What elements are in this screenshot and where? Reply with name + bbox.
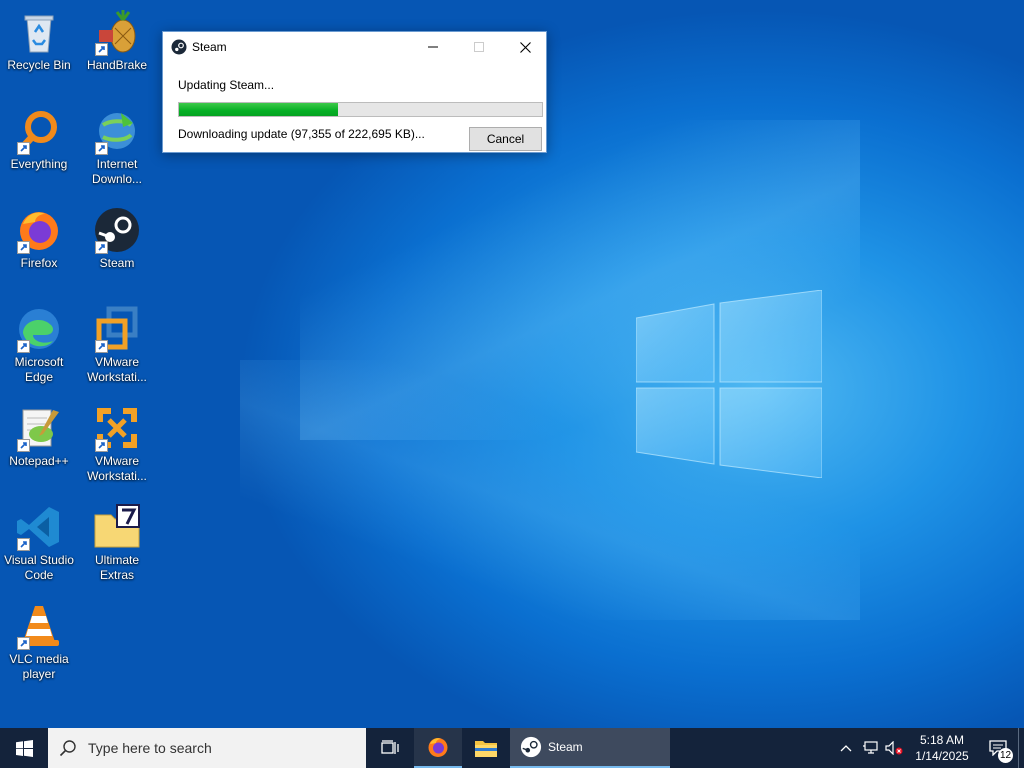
maximize-icon bbox=[474, 42, 484, 52]
show-desktop-button[interactable] bbox=[1018, 728, 1024, 768]
desktop-icon-notepad-plus-plus[interactable]: Notepad++ bbox=[0, 404, 78, 469]
desktop-icon-label: VMware Workstati... bbox=[87, 355, 147, 384]
shortcut-arrow-icon bbox=[17, 142, 30, 155]
taskbar-steam-button[interactable]: Steam bbox=[510, 728, 670, 768]
show-hidden-icons-button[interactable] bbox=[834, 728, 858, 768]
desktop-icon-label: VMware Workstati... bbox=[87, 454, 147, 483]
notepad-plus-plus-icon bbox=[15, 404, 63, 452]
desktop-icon-label: Recycle Bin bbox=[7, 58, 71, 72]
system-tray: 5:18 AM 1/14/2025 12 bbox=[834, 728, 1024, 768]
taskbar-firefox-button[interactable] bbox=[414, 728, 462, 768]
desktop-icon-label: VLC media player bbox=[9, 652, 69, 681]
taskbar: Type here to search Steam 5:18 AM 1/14/2… bbox=[0, 728, 1024, 768]
maximize-button bbox=[456, 32, 502, 62]
vscode-icon bbox=[15, 503, 63, 551]
steam-icon bbox=[171, 39, 187, 55]
internet-download-manager-icon bbox=[93, 107, 141, 155]
taskbar-file-explorer-button[interactable] bbox=[462, 728, 510, 768]
desktop-icon-label: Steam bbox=[99, 256, 135, 270]
minimize-button[interactable] bbox=[410, 32, 456, 62]
steam-icon bbox=[93, 206, 141, 254]
search-placeholder: Type here to search bbox=[88, 740, 212, 756]
volume-button[interactable] bbox=[882, 728, 906, 768]
shortcut-arrow-icon bbox=[17, 241, 30, 254]
shortcut-arrow-icon bbox=[17, 637, 30, 650]
everything-search-icon bbox=[15, 107, 63, 155]
network-icon bbox=[863, 741, 878, 754]
action-center-button[interactable]: 12 bbox=[978, 728, 1018, 768]
notification-count-badge: 12 bbox=[998, 748, 1014, 763]
desktop-icon-internet-download-manager[interactable]: Internet Downlo... bbox=[78, 107, 156, 187]
desktop-icon-recycle-bin[interactable]: Recycle Bin bbox=[0, 8, 78, 73]
desktop-icon-microsoft-edge[interactable]: Microsoft Edge bbox=[0, 305, 78, 385]
volume-muted-icon bbox=[885, 741, 903, 755]
shortcut-arrow-icon bbox=[95, 439, 108, 452]
desktop-icon-label: Everything bbox=[10, 157, 68, 171]
dialog-title-bar[interactable]: Steam bbox=[163, 32, 546, 62]
handbrake-icon bbox=[93, 8, 141, 56]
clock-time: 5:18 AM bbox=[919, 733, 965, 747]
desktop-icon-handbrake[interactable]: HandBrake bbox=[78, 8, 156, 73]
desktop-icon-vlc-media-player[interactable]: VLC media player bbox=[0, 602, 78, 682]
vlc-cone-icon bbox=[15, 602, 63, 650]
update-status-text: Updating Steam... bbox=[178, 78, 275, 92]
desktop-icon-label: Microsoft Edge bbox=[14, 355, 64, 384]
desktop-icon-steam[interactable]: Steam bbox=[78, 206, 156, 271]
windows-start-icon bbox=[15, 739, 33, 757]
shortcut-arrow-icon bbox=[17, 340, 30, 353]
shortcut-arrow-icon bbox=[17, 439, 30, 452]
desktop-icon-label: Ultimate Extras bbox=[94, 553, 139, 582]
shortcut-arrow-icon bbox=[95, 340, 108, 353]
download-detail-text: Downloading update (97,355 of 222,695 KB… bbox=[178, 127, 425, 141]
shortcut-arrow-icon bbox=[95, 43, 108, 56]
task-view-button[interactable] bbox=[366, 728, 414, 768]
search-icon bbox=[48, 739, 88, 757]
steam-icon bbox=[520, 736, 542, 758]
firefox-icon bbox=[428, 738, 448, 757]
desktop-icon-everything[interactable]: Everything bbox=[0, 107, 78, 172]
vmware-player-icon bbox=[93, 404, 141, 452]
desktop-icon-label: Visual Studio Code bbox=[4, 553, 74, 582]
windows-wallpaper-logo bbox=[636, 290, 822, 478]
desktop-icon-label: HandBrake bbox=[86, 58, 148, 72]
clock[interactable]: 5:18 AM 1/14/2025 bbox=[906, 732, 978, 764]
shortcut-arrow-icon bbox=[95, 142, 108, 155]
progress-fill bbox=[179, 103, 338, 116]
desktop-icon-vmware-workstation-2[interactable]: VMware Workstati... bbox=[78, 404, 156, 484]
taskbar-search-box[interactable]: Type here to search bbox=[48, 728, 366, 768]
folder-7-icon bbox=[93, 503, 141, 551]
steam-update-dialog: Steam Updating Steam... Downloading upda… bbox=[162, 31, 547, 153]
update-progress-bar bbox=[178, 102, 543, 117]
taskbar-steam-label: Steam bbox=[548, 740, 583, 754]
minimize-icon bbox=[428, 46, 438, 48]
shortcut-arrow-icon bbox=[95, 241, 108, 254]
file-explorer-icon bbox=[475, 741, 497, 757]
desktop-icon-label: Notepad++ bbox=[9, 454, 69, 468]
desktop-icon-ultimate-extras[interactable]: Ultimate Extras bbox=[78, 503, 156, 583]
start-button[interactable] bbox=[0, 728, 48, 768]
close-icon bbox=[519, 41, 531, 53]
desktop-icon-label: Firefox bbox=[20, 256, 58, 270]
network-button[interactable] bbox=[858, 728, 882, 768]
desktop-icon-vmware-workstation[interactable]: VMware Workstati... bbox=[78, 305, 156, 385]
desktop-icon-firefox[interactable]: Firefox bbox=[0, 206, 78, 271]
shortcut-arrow-icon bbox=[17, 538, 30, 551]
task-view-icon bbox=[381, 740, 399, 754]
close-button[interactable] bbox=[502, 32, 548, 62]
recycle-bin-icon bbox=[15, 8, 63, 56]
desktop-icon-label: Internet Downlo... bbox=[91, 157, 143, 186]
desktop-icon-visual-studio-code[interactable]: Visual Studio Code bbox=[0, 503, 78, 583]
firefox-icon bbox=[15, 206, 63, 254]
clock-date: 1/14/2025 bbox=[915, 749, 969, 763]
edge-icon bbox=[15, 305, 63, 353]
vmware-icon bbox=[93, 305, 141, 353]
chevron-up-icon bbox=[840, 745, 852, 752]
cancel-button[interactable]: Cancel bbox=[469, 127, 542, 151]
dialog-title: Steam bbox=[192, 40, 227, 54]
